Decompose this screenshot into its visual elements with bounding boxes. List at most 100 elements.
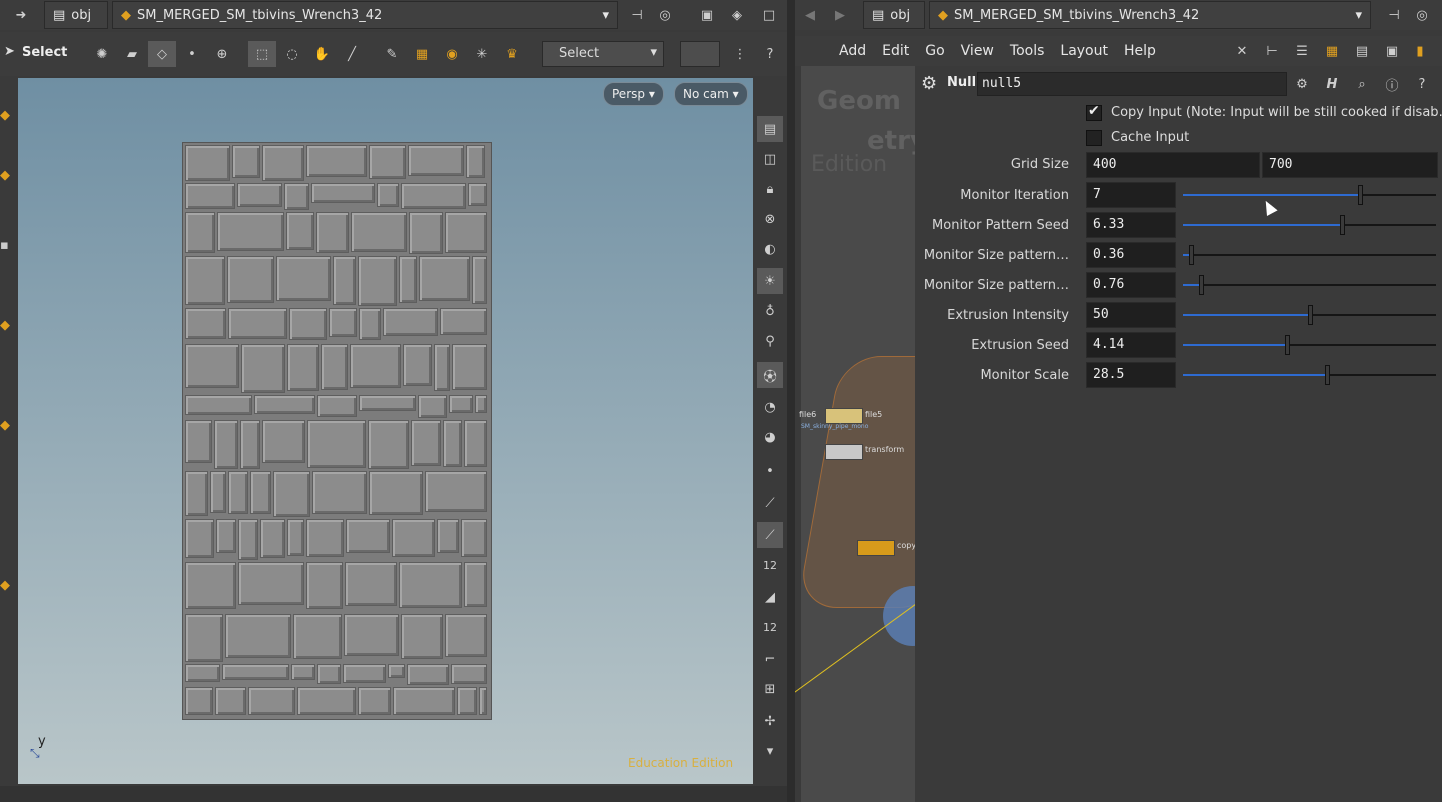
shapes-icon[interactable]: ◈	[724, 2, 750, 28]
prim-numbers-icon[interactable]: 12	[757, 614, 783, 640]
slider-handle[interactable]	[1307, 305, 1313, 325]
camera-icon[interactable]: ◫	[757, 146, 783, 172]
pin-icon[interactable]: ⊣	[1381, 2, 1407, 28]
camera-button[interactable]: No cam ▾	[674, 82, 748, 106]
brush-icon[interactable]: ✋	[308, 41, 336, 67]
crown-icon[interactable]: ♛	[498, 41, 526, 67]
light-icon[interactable]: ☀	[757, 268, 783, 294]
select-edges-icon[interactable]: ◇	[148, 41, 176, 67]
lasso-icon[interactable]: ◌	[278, 41, 306, 67]
tool-icon[interactable]: ◆	[0, 578, 10, 593]
back-icon[interactable]: ◀	[797, 2, 823, 28]
node-transform[interactable]	[825, 444, 863, 460]
select-points-icon[interactable]: ✺	[88, 41, 116, 67]
group-icon[interactable]: ▦	[408, 41, 436, 67]
normal-icon[interactable]: ⟋	[757, 490, 783, 516]
grid-icon[interactable]: ⊞	[757, 676, 783, 702]
help-icon[interactable]: ?	[1409, 71, 1435, 97]
right-path-root-tab[interactable]: ▤ obj	[863, 1, 925, 29]
copy-input-checkbox[interactable]: ✔	[1086, 103, 1102, 121]
param-value-field[interactable]: 4.14	[1086, 332, 1176, 358]
laser-icon[interactable]: ╱	[338, 41, 366, 67]
menu-layout[interactable]: Layout	[1052, 36, 1116, 66]
slider-handle[interactable]	[1284, 335, 1290, 355]
ruler-icon[interactable]: ▮	[1407, 38, 1433, 64]
param-value-field[interactable]: 0.76	[1086, 272, 1176, 298]
param-value-field[interactable]: 7	[1086, 182, 1176, 208]
menu-help[interactable]: Help	[1116, 36, 1164, 66]
param-value-field[interactable]: 6.33	[1086, 212, 1176, 238]
wrench-icon[interactable]: ✕	[1229, 38, 1255, 64]
help-icon[interactable]: ?	[756, 41, 784, 67]
menu-tools[interactable]: Tools	[1002, 36, 1053, 66]
list-icon[interactable]: ☰	[1289, 38, 1315, 64]
point-icon[interactable]: •	[757, 458, 783, 484]
menu-edit[interactable]: Edit	[874, 36, 917, 66]
sparkle-icon[interactable]: ✳	[468, 41, 496, 67]
param-slider[interactable]	[1183, 365, 1436, 385]
lock-icon[interactable]: 🔒︎	[757, 176, 783, 202]
layout-icon[interactable]: ▣	[1379, 38, 1405, 64]
network-editor[interactable]: Geom etry Edition file6 file5 SM_skinny_…	[795, 66, 915, 802]
menu-go[interactable]: Go	[917, 36, 952, 66]
pane-divider[interactable]	[787, 0, 795, 802]
more-icon[interactable]: ▾	[757, 738, 783, 764]
right-object-tab[interactable]: ◆ SM_MERGED_SM_tbivins_Wrench3_42 ▾	[929, 1, 1371, 29]
houdini-icon[interactable]: H	[1319, 71, 1345, 97]
connect-icon[interactable]: ◉	[438, 41, 466, 67]
visibility-icon[interactable]: ◔	[757, 394, 783, 420]
visibility-alt-icon[interactable]: ◕	[757, 424, 783, 450]
options-icon[interactable]: ⋮	[726, 41, 754, 67]
tool-icon[interactable]: ◆	[0, 318, 10, 333]
selection-dropdown[interactable]: Select ▾	[542, 41, 664, 67]
link-icon[interactable]: ◎	[1409, 2, 1435, 28]
param-value-field[interactable]: 28.5	[1086, 362, 1176, 388]
search-icon[interactable]: ⌕	[1349, 71, 1375, 97]
cache-input-checkbox[interactable]	[1086, 130, 1102, 146]
slider-handle[interactable]	[1340, 215, 1346, 235]
tool-icon[interactable]: ▪	[0, 238, 9, 253]
node-file5[interactable]	[825, 408, 863, 424]
grid-size-x-field[interactable]: 400	[1086, 152, 1260, 178]
pin-icon[interactable]: ⊣	[624, 2, 650, 28]
back-arrow-icon[interactable]: ➜	[8, 2, 34, 28]
select-primitives-icon[interactable]: ▰	[118, 41, 146, 67]
tool-icon[interactable]: ◆	[0, 108, 10, 123]
wand-icon[interactable]: ✎	[378, 41, 406, 67]
tool-icon[interactable]: ◆	[0, 168, 10, 183]
persp-button[interactable]: Persp ▾	[603, 82, 664, 106]
numbers-icon[interactable]: 12	[757, 552, 783, 578]
chevron-down-icon[interactable]: ▾	[602, 8, 609, 23]
gear-icon[interactable]: ⚙	[1289, 71, 1315, 97]
table-icon[interactable]: ▤	[1349, 38, 1375, 64]
info-icon[interactable]: ⓘ	[1379, 71, 1405, 97]
vertex-icon[interactable]: ⟋	[757, 522, 783, 548]
param-slider[interactable]	[1183, 305, 1436, 325]
slider-handle[interactable]	[1325, 365, 1331, 385]
shading-icon[interactable]: ◐	[757, 236, 783, 262]
cube-icon[interactable]: ▣	[694, 2, 720, 28]
viewport[interactable]: Persp ▾ No cam ▾ y ⤡ Education Edition	[18, 78, 753, 784]
left-path-root-tab[interactable]: ▤ obj	[44, 1, 108, 29]
box-select-icon[interactable]: ⬚	[248, 41, 276, 67]
link-icon[interactable]: ◎	[652, 2, 678, 28]
window-icon[interactable]: □	[756, 2, 782, 28]
transform-icon[interactable]: ✢	[757, 708, 783, 734]
dot-icon[interactable]: •	[178, 41, 206, 67]
param-value-field[interactable]: 50	[1086, 302, 1176, 328]
slider-handle[interactable]	[1198, 275, 1204, 295]
forward-icon[interactable]: ▶	[827, 2, 853, 28]
lightbulb-icon[interactable]: ♁	[757, 298, 783, 324]
display-icon[interactable]: ▤	[757, 116, 783, 142]
pointer-icon[interactable]: ➤	[4, 44, 15, 59]
node-copy[interactable]	[857, 540, 895, 556]
menu-add[interactable]: Add	[831, 36, 874, 66]
secondary-dropdown[interactable]	[680, 41, 720, 67]
param-slider[interactable]	[1183, 275, 1436, 295]
tool-icon[interactable]: ◆	[0, 418, 10, 433]
left-object-tab[interactable]: ◆ SM_MERGED_SM_tbivins_Wrench3_42 ▾	[112, 1, 618, 29]
tree-icon[interactable]: ⊢	[1259, 38, 1285, 64]
headlight-icon[interactable]: ⚲	[757, 328, 783, 354]
param-slider[interactable]	[1183, 185, 1436, 205]
param-value-field[interactable]: 0.36	[1086, 242, 1176, 268]
